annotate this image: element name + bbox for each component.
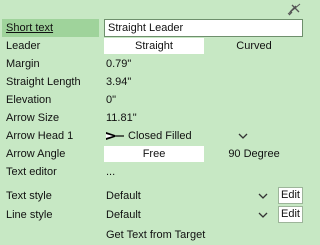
- text-style-edit-button[interactable]: Edit: [278, 187, 303, 204]
- leader-label: Leader: [6, 40, 41, 52]
- properties-panel: Short text Straight Leader Leader Straig…: [0, 0, 308, 245]
- text-style-select[interactable]: Default: [104, 187, 276, 205]
- row-text-editor: Text editor ...: [0, 163, 308, 181]
- row-elevation: Elevation 0": [0, 91, 308, 109]
- arrow-angle-label: Arrow Angle: [6, 148, 66, 160]
- straight-length-label: Straight Length: [6, 76, 81, 88]
- arrow-head-label: Arrow Head 1: [6, 130, 74, 142]
- margin-label: Margin: [6, 58, 40, 70]
- line-style-value: Default: [106, 209, 141, 221]
- row-line-style: Line style Default Edit: [0, 206, 308, 224]
- text-style-value: Default: [106, 190, 141, 202]
- row-text-style: Text style Default Edit: [0, 187, 308, 205]
- leader-curved-option[interactable]: Curved: [205, 38, 303, 54]
- text-editor-label: Text editor: [6, 166, 57, 178]
- text-editor-button[interactable]: ...: [104, 164, 115, 180]
- arrow-size-label: Arrow Size: [6, 112, 60, 124]
- chevron-down-icon: [258, 212, 268, 218]
- get-text-from-target-button[interactable]: Get Text from Target: [104, 226, 226, 244]
- margin-value[interactable]: 0.79": [104, 56, 131, 72]
- row-margin: Margin 0.79": [0, 55, 308, 73]
- row-short-text: Short text Straight Leader: [0, 19, 308, 37]
- short-text-label: Short text: [2, 19, 99, 37]
- pin-icon[interactable]: [286, 2, 302, 16]
- straight-length-value[interactable]: 3.94": [104, 74, 131, 90]
- text-style-label: Text style: [6, 190, 52, 202]
- elevation-label: Elevation: [6, 94, 52, 106]
- line-style-select[interactable]: Default: [104, 206, 276, 224]
- arrow-angle-90-option[interactable]: 90 Degree: [205, 146, 303, 162]
- arrow-size-value[interactable]: 11.81": [104, 110, 137, 126]
- line-style-edit-button[interactable]: Edit: [278, 206, 303, 223]
- row-leader: Leader Straight Curved: [0, 37, 308, 55]
- row-arrow-angle: Arrow Angle Free 90 Degree: [0, 145, 308, 163]
- short-text-input[interactable]: Straight Leader: [104, 19, 303, 37]
- line-style-label: Line style: [6, 209, 53, 221]
- row-arrow-head: Arrow Head 1 Closed Filled: [0, 127, 308, 145]
- row-arrow-size: Arrow Size 11.81": [0, 109, 308, 127]
- arrow-angle-free-option[interactable]: Free: [104, 146, 204, 162]
- closed-filled-arrow-icon: [106, 132, 124, 140]
- arrow-head-value: Closed Filled: [128, 130, 192, 142]
- chevron-down-icon: [258, 193, 268, 199]
- elevation-value[interactable]: 0": [104, 92, 116, 108]
- chevron-down-icon: [238, 133, 248, 139]
- row-get-text: Get Text from Target: [0, 226, 308, 244]
- leader-straight-option[interactable]: Straight: [104, 38, 204, 54]
- arrow-head-select[interactable]: Closed Filled: [104, 127, 254, 145]
- row-straight-length: Straight Length 3.94": [0, 73, 308, 91]
